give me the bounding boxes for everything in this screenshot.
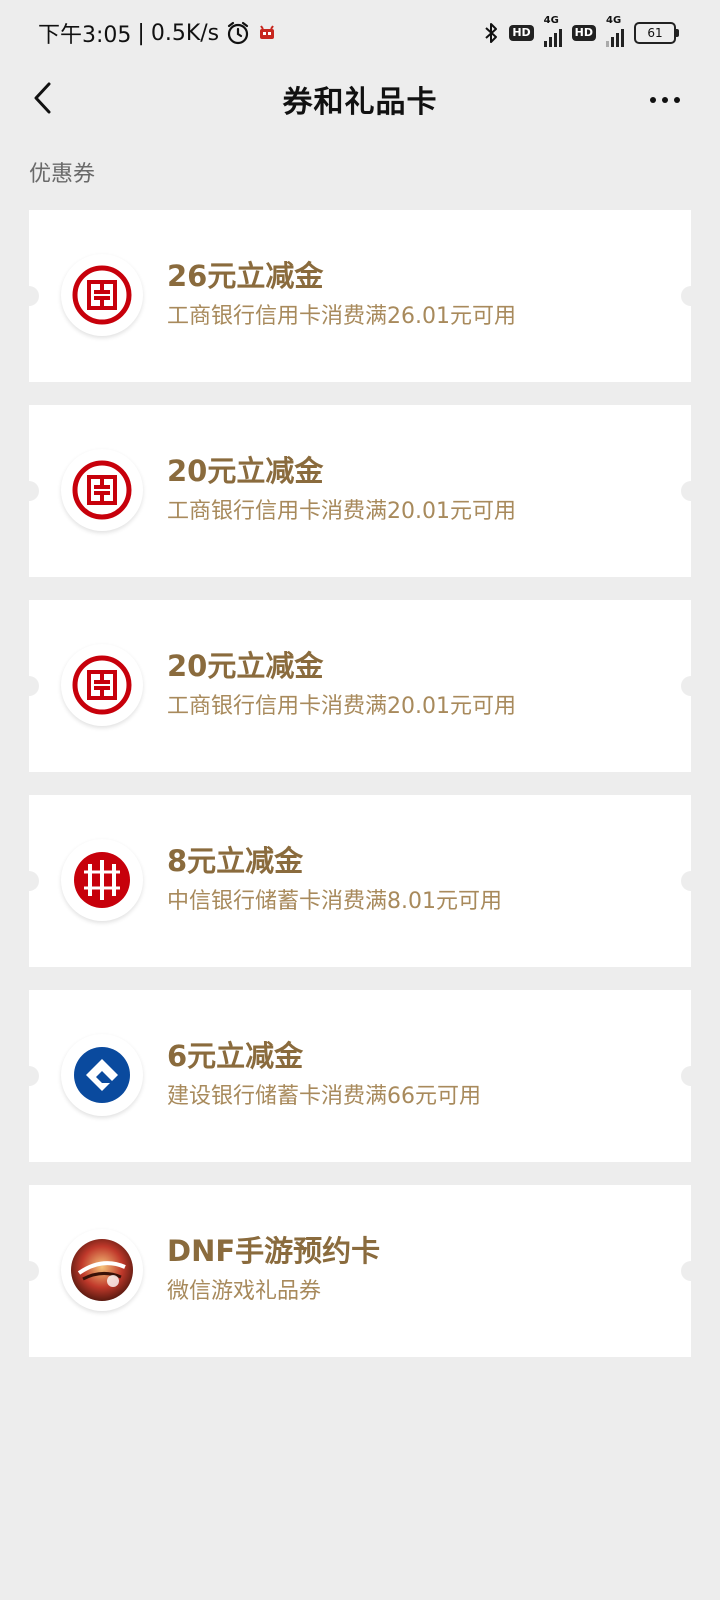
coupon-card[interactable]: 26元立减金 工商银行信用卡消费满26.01元可用 [19,210,701,382]
gift-subtitle: 微信游戏礼品券 [167,1279,322,1304]
coupon-text: 20元立减金 工商银行信用卡消费满20.01元可用 [167,646,516,722]
citic-logo [61,839,143,921]
gift-text: DNF手游预约卡 微信游戏礼品券 [167,1231,380,1307]
more-button[interactable] [640,80,690,120]
chevron-left-icon [31,81,53,119]
alarm-icon [225,20,251,46]
coupon-title: 20元立减金 [167,454,324,488]
coupon-text: 26元立减金 工商银行信用卡消费满26.01元可用 [167,256,516,332]
battery-level: 61 [647,26,663,40]
coupon-title: 26元立减金 [167,259,324,293]
coupon-card[interactable]: 20元立减金 工商银行信用卡消费满20.01元可用 [19,405,701,577]
coupon-card[interactable]: 8元立减金 中信银行储蓄卡消费满8.01元可用 [19,795,701,967]
coupon-subtitle: 工商银行信用卡消费满20.01元可用 [167,694,516,719]
coupon-subtitle: 工商银行信用卡消费满26.01元可用 [167,304,516,329]
coupon-text: 6元立减金 建设银行储蓄卡消费满66元可用 [167,1036,481,1112]
network-type-2: 4G [606,15,622,26]
more-icon-dot [674,97,680,103]
coupon-title: 8元立减金 [167,844,304,878]
hd-badge-2: HD [571,25,596,41]
bluetooth-icon [483,21,499,45]
section-label-coupons: 优惠券 [29,162,96,187]
coupon-card[interactable]: 6元立减金 建设银行储蓄卡消费满66元可用 [19,990,701,1162]
battery-icon: 61 [634,22,679,44]
coupon-text: 20元立减金 工商银行信用卡消费满20.01元可用 [167,451,516,527]
hd-badge-1: HD [509,25,534,41]
gift-card[interactable]: DNF手游预约卡 微信游戏礼品券 [19,1185,701,1357]
status-right: HD 4G HD 4G 61 [483,15,679,47]
coupon-card[interactable]: 20元立减金 工商银行信用卡消费满20.01元可用 [19,600,701,772]
coupon-subtitle: 中信银行储蓄卡消费满8.01元可用 [167,889,502,914]
signal-icon-2: 4G [606,15,624,47]
ccb-logo [61,1034,143,1116]
status-separator: | [137,20,145,46]
network-speed: 0.5K/s [150,20,220,46]
coupon-subtitle: 建设银行储蓄卡消费满66元可用 [167,1084,481,1109]
status-time: 下午3:05 [38,23,132,48]
app-notification-icon [257,23,277,43]
coupon-title: 6元立减金 [167,1039,304,1073]
more-icon-dot [650,97,656,103]
icbc-logo [61,644,143,726]
dnf-logo [61,1229,143,1311]
coupon-text: 8元立减金 中信银行储蓄卡消费满8.01元可用 [167,841,502,917]
signal-icon-1: 4G [543,15,562,47]
coupon-title: 20元立减金 [167,649,324,683]
back-button[interactable] [22,80,62,120]
status-left: 下午3:05 | 0.5K/s [38,17,277,49]
nav-bar: 券和礼品卡 [0,66,720,132]
gift-title: DNF手游预约卡 [167,1234,381,1268]
status-bar: 下午3:05 | 0.5K/s HD 4G HD 4G 61 [0,0,720,66]
coupon-subtitle: 工商银行信用卡消费满20.01元可用 [167,499,516,524]
coupon-list: 26元立减金 工商银行信用卡消费满26.01元可用 20元立减金 工商银行信用卡… [19,210,701,1380]
icbc-logo [61,254,143,336]
network-type-1: 4G [543,15,559,26]
page-title: 券和礼品卡 [282,85,438,120]
icbc-logo [61,449,143,531]
more-icon-dot [662,97,668,103]
